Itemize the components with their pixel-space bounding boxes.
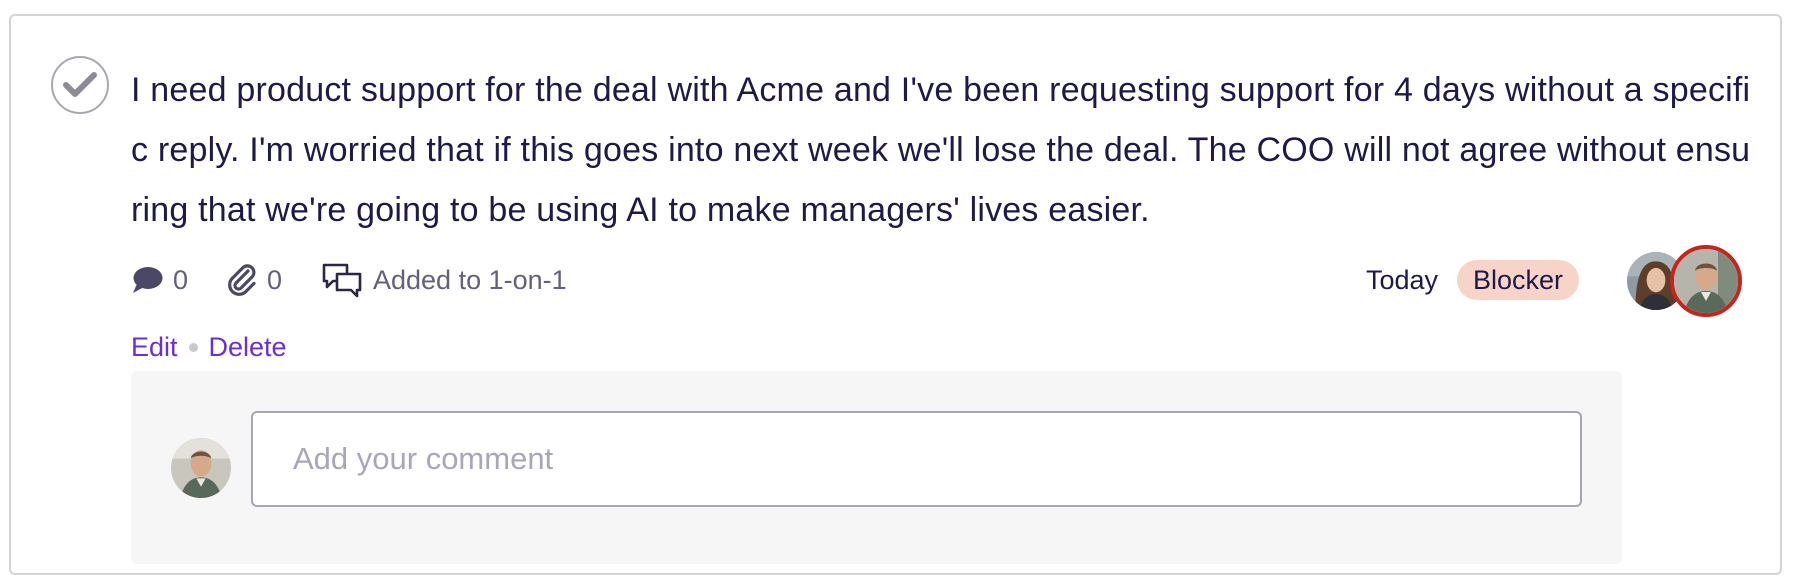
- comment-count: 0: [173, 264, 189, 295]
- owner-avatar[interactable]: [1670, 245, 1742, 317]
- check-icon: [63, 72, 97, 97]
- blocker-tag: Blocker: [1457, 260, 1580, 300]
- one-on-one-label: Added to 1-on-1: [373, 264, 567, 295]
- attachment-count: 0: [267, 264, 283, 295]
- one-on-one-status[interactable]: Added to 1-on-1: [321, 260, 567, 300]
- agenda-item-card: I need product support for the deal with…: [9, 14, 1782, 575]
- due-date: Today: [1366, 265, 1439, 295]
- one-on-one-icon: [322, 263, 362, 298]
- comment-input[interactable]: [251, 411, 1582, 507]
- item-actions: Edit Delete: [131, 329, 287, 365]
- current-user-avatar: [171, 438, 231, 498]
- attachments-count[interactable]: 0: [227, 260, 282, 300]
- comment-icon: [133, 267, 163, 293]
- paperclip-icon: [228, 264, 256, 296]
- edit-link[interactable]: Edit: [131, 329, 178, 365]
- agenda-item-text: I need product support for the deal with…: [131, 71, 1751, 229]
- comments-count[interactable]: 0: [131, 260, 188, 300]
- delete-link[interactable]: Delete: [209, 329, 287, 365]
- separator-dot: [188, 342, 198, 352]
- complete-toggle[interactable]: [51, 56, 109, 114]
- comment-section: [131, 371, 1622, 564]
